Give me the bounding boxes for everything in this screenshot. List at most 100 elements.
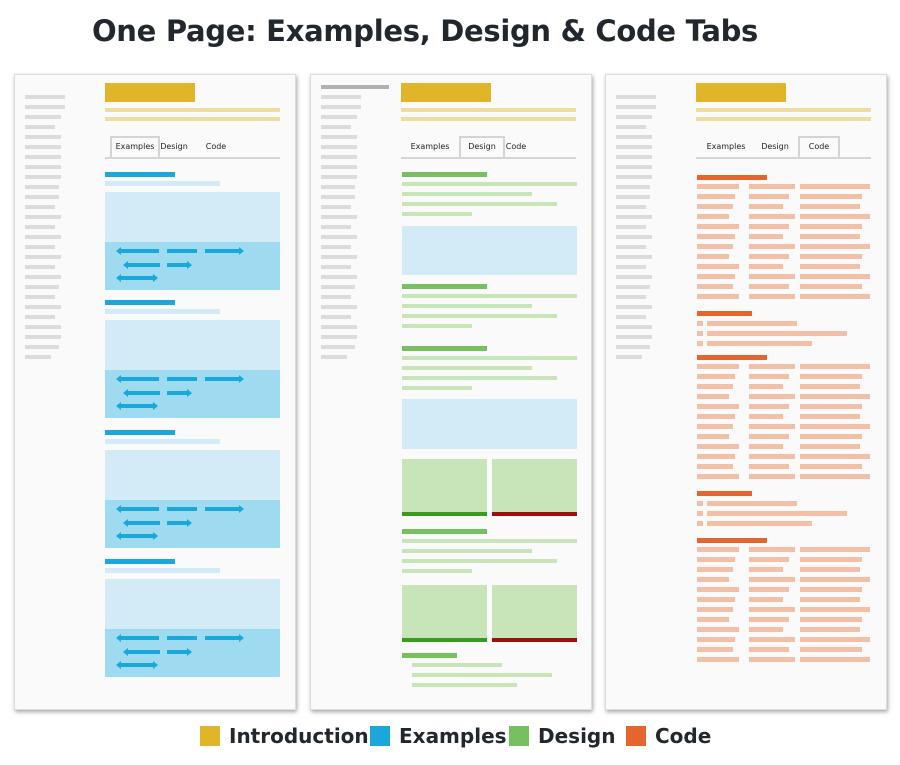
code-table-cell: [800, 394, 870, 399]
intro-text-line: [696, 108, 871, 112]
code-table-cell: [697, 647, 733, 652]
code-table-cell: [749, 214, 795, 219]
code-table-cell: [749, 444, 783, 449]
legend-swatch-introduction: [200, 726, 220, 746]
code-list-line: [707, 321, 797, 326]
design-text-line: [402, 559, 557, 563]
code-table-cell: [749, 587, 789, 592]
sidebar-line: [25, 165, 61, 169]
example-preview-box: [105, 579, 280, 629]
sidebar-line: [616, 225, 646, 229]
intro-text-line: [105, 108, 280, 112]
tab-code[interactable]: Code: [798, 136, 840, 157]
design-text-line: [402, 386, 472, 390]
sidebar-line: [321, 235, 357, 239]
code-example-line: [167, 521, 187, 525]
intro-heading-block: [696, 83, 786, 102]
sidebar-line: [616, 185, 650, 189]
sidebar-line: [321, 155, 357, 159]
code-table-cell: [800, 547, 870, 552]
tab-bar: Examples Design Code: [105, 136, 280, 159]
code-table-cell: [800, 414, 860, 419]
tab-code[interactable]: Code: [503, 137, 529, 157]
design-text-line: [402, 304, 532, 308]
code-table-cell: [697, 414, 735, 419]
code-table-cell: [749, 394, 795, 399]
design-text-line: [402, 366, 532, 370]
sidebar-line: [616, 285, 650, 289]
tab-design[interactable]: Design: [157, 137, 191, 157]
code-table-cell: [749, 637, 795, 642]
code-example-line: [205, 377, 239, 381]
sidebar-line: [25, 275, 61, 279]
code-table-cell: [749, 617, 789, 622]
sidebar-line: [321, 205, 351, 209]
tab-examples[interactable]: Examples: [110, 136, 160, 157]
sidebar-line: [616, 145, 652, 149]
arrow-left-icon: [116, 274, 121, 282]
sidebar-line: [616, 115, 652, 119]
sidebar-line: [321, 185, 355, 189]
code-table-cell: [749, 434, 789, 439]
code-table-cell: [749, 204, 783, 209]
code-example-line: [167, 391, 187, 395]
intro-heading-block: [401, 83, 491, 102]
tab-bar: Examples Design Code: [401, 136, 576, 159]
code-table-cell: [749, 597, 783, 602]
design-text-line: [402, 376, 557, 380]
code-list-line: [707, 511, 847, 516]
tab-examples[interactable]: Examples: [704, 137, 748, 157]
legend-swatch-examples: [370, 726, 390, 746]
code-table-cell: [749, 224, 789, 229]
code-table-cell: [800, 254, 862, 259]
tab-examples[interactable]: Examples: [406, 137, 454, 157]
sidebar-line: [25, 125, 55, 129]
sidebar-line: [616, 355, 642, 359]
design-heading-line: [402, 346, 487, 351]
sidebar-line: [25, 265, 55, 269]
example-preview-box: [105, 192, 280, 242]
code-heading-line: [697, 538, 767, 543]
code-table-cell: [697, 454, 735, 459]
code-example-line: [121, 404, 153, 408]
tab-design[interactable]: Design: [754, 137, 796, 157]
legend-label: Examples: [399, 724, 507, 748]
code-heading-line: [697, 175, 767, 180]
code-table-cell: [749, 364, 795, 369]
legend-swatch-code: [626, 726, 646, 746]
code-table-cell: [800, 194, 862, 199]
sidebar-line: [616, 235, 652, 239]
arrow-left-icon: [116, 375, 121, 383]
code-table-cell: [800, 647, 862, 652]
sidebar-line: [25, 185, 59, 189]
code-list-line: [707, 521, 812, 526]
arrow-left-icon: [123, 519, 128, 527]
design-example-box: [402, 399, 577, 449]
code-example-line: [121, 276, 153, 280]
code-table-cell: [800, 657, 870, 662]
code-table-cell: [800, 557, 862, 562]
sidebar-line: [616, 135, 652, 139]
design-heading-line: [402, 653, 457, 658]
sidebar-line: [25, 135, 61, 139]
code-table-cell: [697, 214, 729, 219]
code-table-cell: [800, 464, 862, 469]
sidebar-line: [25, 95, 65, 99]
code-heading-line: [697, 491, 752, 496]
code-table-cell: [749, 404, 789, 409]
tab-design[interactable]: Design: [459, 136, 505, 157]
sidebar-line: [25, 315, 55, 319]
sidebar-line: [25, 105, 65, 109]
tab-bar: Examples Design Code: [696, 136, 871, 159]
sidebar-line: [616, 295, 646, 299]
sidebar-line: [321, 225, 351, 229]
code-example-line: [128, 650, 160, 654]
sidebar-line: [321, 145, 357, 149]
tab-code[interactable]: Code: [201, 137, 231, 157]
dont-example-box: [492, 459, 577, 512]
example-heading-line: [105, 559, 175, 564]
sidebar-line: [25, 115, 61, 119]
code-table-cell: [800, 274, 870, 279]
code-table-cell: [800, 444, 860, 449]
arrow-left-icon: [116, 247, 121, 255]
